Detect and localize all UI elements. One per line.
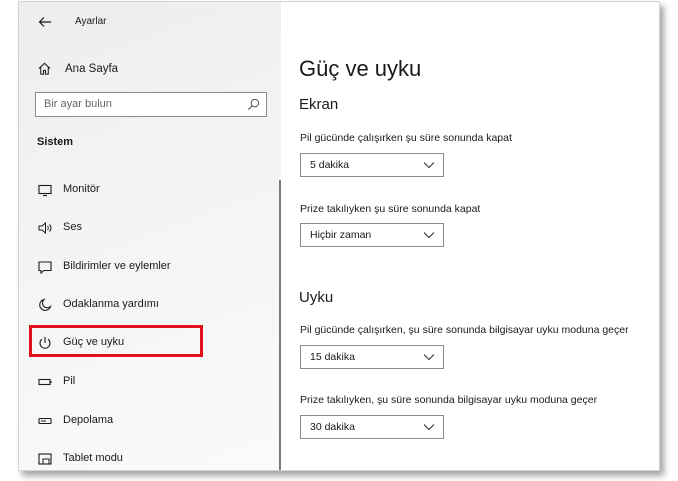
sidebar-item-label: Ses — [63, 221, 82, 233]
selected-item-highlight — [29, 325, 203, 357]
main-content: Güç ve uyku Ekran Pil gücünde çalışırken… — [281, 2, 659, 470]
screen-section-heading: Ekran — [299, 96, 339, 113]
screen-battery-dropdown[interactable]: 5 dakika — [300, 153, 444, 177]
sidebar-item-label: Bildirimler ve eylemler — [63, 260, 171, 272]
sidebar-item-label: Monitör — [63, 183, 100, 195]
chevron-down-icon — [423, 162, 435, 169]
sidebar-item-label: Depolama — [63, 414, 114, 426]
search-input[interactable]: Bir ayar bulun — [35, 92, 267, 117]
home-link[interactable]: Ana Sayfa — [19, 54, 281, 84]
dropdown-value: 15 dakika — [310, 351, 355, 363]
window-title: Ayarlar — [75, 16, 107, 27]
back-arrow-icon[interactable] — [37, 14, 53, 30]
moon-icon — [39, 298, 52, 311]
settings-window: Ayarlar Ana Sayfa Bir ayar bulun Sistem … — [18, 1, 660, 471]
sleep-section-heading: Uyku — [299, 289, 334, 306]
sidebar-item-sound[interactable]: Ses — [35, 214, 275, 242]
sleep-plugged-dropdown[interactable]: 30 dakika — [300, 415, 444, 439]
tablet-icon — [38, 453, 52, 465]
dropdown-value: 30 dakika — [310, 421, 355, 433]
sidebar-item-battery[interactable]: Pil — [35, 368, 275, 396]
sidebar-item-tablet-mode[interactable]: Tablet modu — [35, 445, 275, 470]
home-label: Ana Sayfa — [65, 63, 119, 75]
monitor-icon — [38, 184, 52, 197]
chevron-down-icon — [423, 424, 435, 431]
sidebar-item-label: Odaklanma yardımı — [63, 298, 159, 310]
sidebar-item-focus-assist[interactable]: Odaklanma yardımı — [35, 291, 275, 319]
dropdown-value: 5 dakika — [310, 159, 350, 171]
home-icon — [38, 62, 51, 75]
section-heading: Sistem — [37, 136, 74, 148]
sidebar-item-notifications[interactable]: Bildirimler ve eylemler — [35, 253, 275, 281]
sidebar-item-label: Pil — [63, 375, 76, 387]
storage-icon — [38, 417, 52, 425]
search-placeholder: Bir ayar bulun — [44, 98, 112, 110]
sidebar-item-storage[interactable]: Depolama — [35, 407, 275, 435]
chevron-down-icon — [423, 354, 435, 361]
screen-plugged-label: Prize takılıyken şu süre sonunda kapat — [300, 203, 481, 215]
sidebar-item-monitor[interactable]: Monitör — [35, 176, 275, 204]
search-icon[interactable] — [247, 98, 260, 111]
sidebar-item-label: Tablet modu — [63, 452, 123, 464]
sleep-plugged-label: Prize takılıyken, şu süre sonunda bilgis… — [300, 394, 598, 406]
screen-battery-label: Pil gücünde çalışırken şu süre sonunda k… — [300, 132, 512, 144]
sleep-battery-label: Pil gücünde çalışırken, şu süre sonunda … — [300, 324, 629, 336]
notification-icon — [38, 261, 52, 275]
speaker-icon — [38, 221, 52, 235]
sidebar: Ayarlar Ana Sayfa Bir ayar bulun Sistem … — [19, 2, 281, 470]
page-title: Güç ve uyku — [299, 56, 422, 81]
dropdown-value: Hiçbir zaman — [310, 229, 372, 241]
sleep-battery-dropdown[interactable]: 15 dakika — [300, 345, 444, 369]
screen-plugged-dropdown[interactable]: Hiçbir zaman — [300, 223, 444, 247]
chevron-down-icon — [423, 232, 435, 239]
battery-icon — [38, 378, 52, 386]
